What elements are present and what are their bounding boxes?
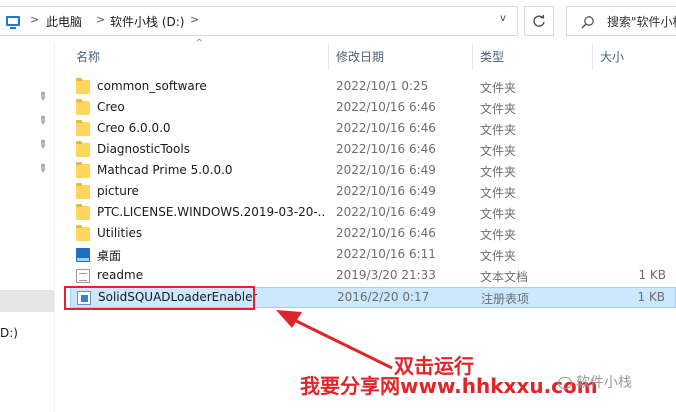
watermark-text: 我要分享网www.hhkxxu.com [300, 374, 598, 398]
wechat-watermark-text: 软件小栈 [576, 375, 632, 391]
wechat-watermark: 软件小栈 [558, 372, 632, 392]
wechat-icon [558, 377, 572, 389]
arrow-icon [276, 310, 393, 370]
